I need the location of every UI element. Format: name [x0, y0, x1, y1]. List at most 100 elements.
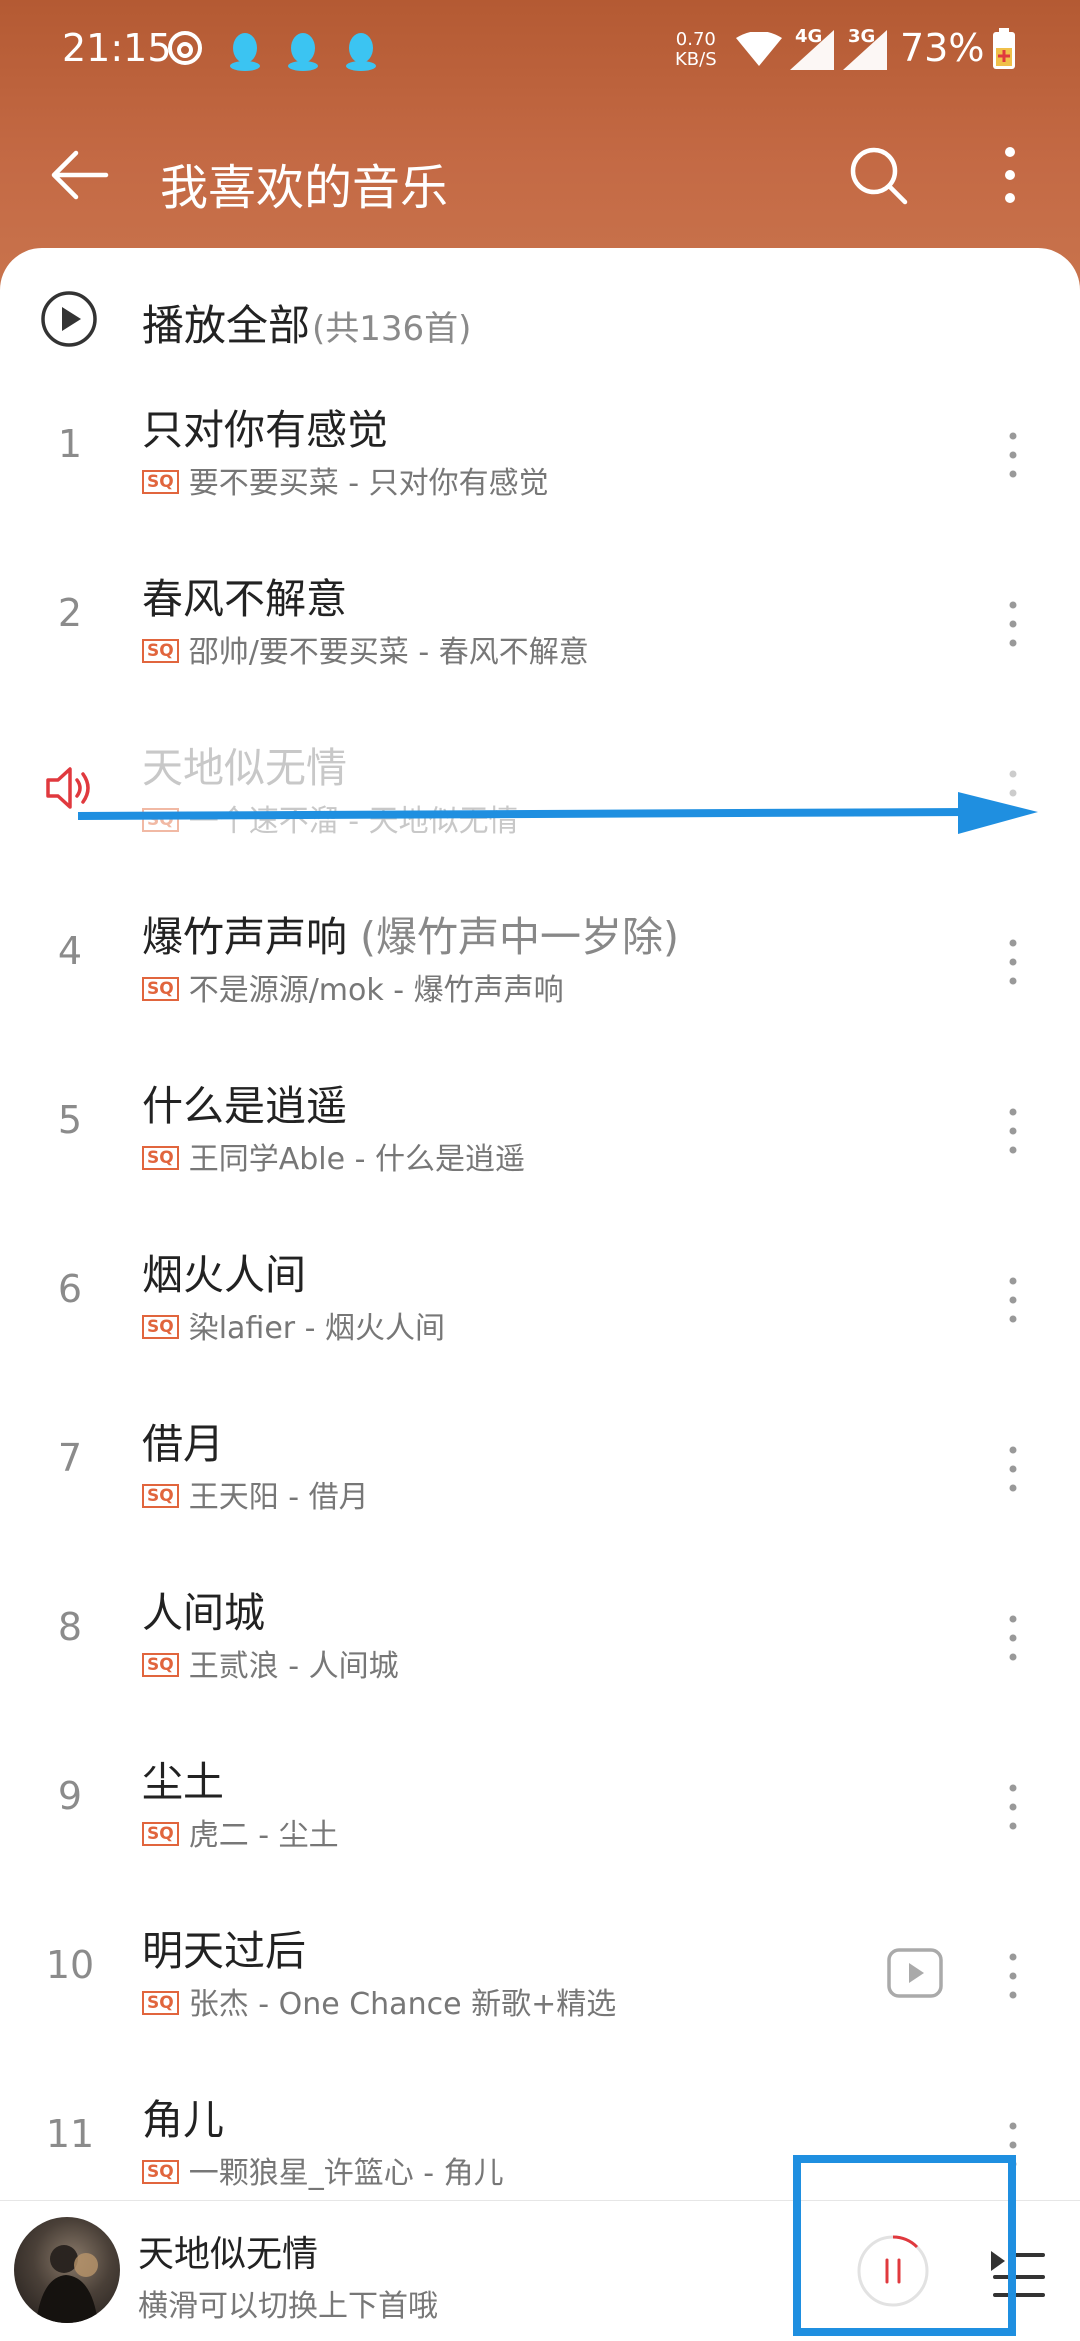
sq-badge: SQ — [142, 1483, 179, 1508]
qq-icon — [288, 33, 318, 71]
song-title-main: 爆竹声声响 — [142, 913, 347, 961]
song-title: 春风不解意 — [142, 575, 347, 623]
song-subtitle: SQ 王同学Able - 什么是逍遥 — [142, 1134, 525, 1178]
song-subtitle: SQ 虎二 - 尘土 — [142, 1810, 339, 1854]
song-row[interactable]: 4 爆竹声声响 (爆竹声中一岁除) SQ 不是源源/mok - 爆竹声声响 — [0, 877, 1080, 1046]
more-vertical-icon[interactable] — [1003, 1436, 1023, 1502]
song-row[interactable]: 1 只对你有感觉 SQ 要不要买菜 - 只对你有感觉 — [0, 370, 1080, 539]
status-bar: 21:15 0.70 KB/S 4G 3G 73% — [0, 0, 1080, 105]
swipe-right-arrow-annotation — [78, 792, 1038, 834]
song-row[interactable]: 10 明天过后 SQ 张杰 - One Chance 新歌+精选 — [0, 1891, 1080, 2060]
sq-badge: SQ — [142, 2159, 179, 2184]
song-row[interactable]: 2 春风不解意 SQ 邵帅/要不要买菜 - 春风不解意 — [0, 539, 1080, 708]
wifi-icon — [736, 32, 782, 66]
song-subtitle: SQ 一颗狼星_许篮心 - 角儿 — [142, 2148, 504, 2192]
song-title: 借月 — [142, 1420, 224, 1468]
more-vertical-icon[interactable] — [1003, 929, 1023, 995]
song-row[interactable]: 9 尘土 SQ 虎二 - 尘土 — [0, 1722, 1080, 1891]
sq-badge: SQ — [142, 976, 179, 1001]
album-cover-art — [36, 2245, 98, 2323]
sq-badge: SQ — [142, 1145, 179, 1170]
back-arrow-icon[interactable] — [46, 142, 112, 208]
song-artist-album: 不是源源/mok - 爆竹声声响 — [188, 973, 564, 1008]
song-row[interactable]: 8 人间城 SQ 王贰浪 - 人间城 — [0, 1553, 1080, 1722]
song-subtitle: SQ 王天阳 - 借月 — [142, 1472, 369, 1516]
song-index: 4 — [57, 929, 83, 973]
song-index: 5 — [57, 1098, 83, 1142]
network-speed-unit: KB/S — [675, 49, 717, 70]
status-time: 21:15 — [62, 26, 172, 70]
song-row[interactable]: 7 借月 SQ 王天阳 - 借月 — [0, 1384, 1080, 1553]
battery-icon — [993, 28, 1015, 69]
play-all-count: (共136首) — [312, 309, 472, 349]
song-subtitle: SQ 邵帅/要不要买菜 - 春风不解意 — [142, 627, 589, 671]
sq-badge: SQ — [142, 1652, 179, 1677]
more-vertical-icon[interactable] — [995, 142, 1025, 208]
network-speed-value: 0.70 — [675, 29, 716, 50]
mv-play-icon[interactable] — [886, 1947, 944, 1999]
search-icon[interactable] — [845, 142, 911, 208]
play-all-label: 播放全部(共136首) — [142, 292, 471, 353]
song-title: 烟火人间 — [142, 1251, 306, 1299]
song-title: 只对你有感觉 — [142, 406, 388, 454]
song-artist-album: 一颗狼星_许篮心 - 角儿 — [188, 2156, 504, 2191]
sq-badge: SQ — [142, 1990, 179, 2015]
player-song-title: 天地似无情 — [138, 2234, 319, 2275]
more-vertical-icon[interactable] — [1003, 422, 1023, 488]
netease-music-icon — [168, 31, 202, 65]
song-artist-album: 要不要买菜 - 只对你有感觉 — [188, 466, 549, 501]
song-index: 11 — [45, 2112, 95, 2156]
song-subtitle: SQ 张杰 - One Chance 新歌+精选 — [142, 1979, 616, 2023]
more-vertical-icon[interactable] — [1003, 1267, 1023, 1333]
song-title: 人间城 — [142, 1589, 265, 1637]
song-row[interactable]: 6 烟火人间 SQ 染lafier - 烟火人间 — [0, 1215, 1080, 1384]
song-artist-album: 邵帅/要不要买菜 - 春风不解意 — [188, 635, 589, 670]
play-all-row[interactable]: 播放全部(共136首) — [0, 248, 1080, 388]
song-artist-album: 王贰浪 - 人间城 — [188, 1649, 399, 1684]
song-subtitle: SQ 王贰浪 - 人间城 — [142, 1641, 399, 1685]
song-index: 1 — [57, 422, 83, 466]
song-index: 9 — [57, 1774, 83, 1818]
song-title-alt: (爆竹声中一岁除) — [347, 913, 680, 961]
song-index: 10 — [45, 1943, 95, 1987]
highlight-annotation-box — [793, 2155, 1016, 2336]
song-artist-album: 虎二 - 尘土 — [188, 1818, 339, 1853]
qq-icon — [346, 33, 376, 71]
play-circle-icon[interactable] — [40, 290, 98, 348]
song-title: 角儿 — [142, 2096, 224, 2144]
more-vertical-icon[interactable] — [1003, 591, 1023, 657]
more-vertical-icon[interactable] — [1003, 1098, 1023, 1164]
sq-badge: SQ — [142, 469, 179, 494]
song-title: 爆竹声声响 (爆竹声中一岁除) — [142, 903, 679, 963]
song-artist-album: 张杰 - One Chance 新歌+精选 — [188, 1987, 617, 2022]
song-title: 尘土 — [142, 1758, 224, 1806]
player-hint: 横滑可以切换上下首哦 — [138, 2289, 438, 2324]
more-vertical-icon[interactable] — [1003, 1605, 1023, 1671]
song-artist-album: 王天阳 - 借月 — [188, 1480, 369, 1515]
song-index: 6 — [57, 1267, 83, 1311]
song-artist-album: 王同学Able - 什么是逍遥 — [188, 1142, 525, 1177]
song-title: 什么是逍遥 — [142, 1082, 347, 1130]
battery-percent: 73% — [900, 26, 985, 70]
sq-badge: SQ — [142, 1314, 179, 1339]
song-title: 明天过后 — [142, 1927, 306, 1975]
song-subtitle: SQ 不是源源/mok - 爆竹声声响 — [142, 965, 564, 1009]
song-index: 7 — [57, 1436, 83, 1480]
song-subtitle: SQ 染lafier - 烟火人间 — [142, 1303, 445, 1347]
song-title: 天地似无情 — [142, 744, 347, 792]
signal-icon — [790, 30, 834, 70]
more-vertical-icon[interactable] — [1003, 1943, 1023, 2009]
song-row[interactable]: 5 什么是逍遥 SQ 王同学Able - 什么是逍遥 — [0, 1046, 1080, 1215]
signal-icon — [843, 30, 887, 70]
network-speed: 0.70 KB/S — [675, 30, 717, 70]
song-index: 2 — [57, 591, 83, 635]
qq-icon — [230, 33, 260, 71]
top-bar: 我喜欢的音乐 — [0, 120, 1080, 230]
song-artist-album: 染lafier - 烟火人间 — [188, 1311, 446, 1346]
song-index: 8 — [57, 1605, 83, 1649]
sq-badge: SQ — [142, 1821, 179, 1846]
more-vertical-icon[interactable] — [1003, 1774, 1023, 1840]
sq-badge: SQ — [142, 638, 179, 663]
album-cover[interactable] — [14, 2217, 120, 2323]
play-all-text: 播放全部 — [142, 301, 311, 350]
